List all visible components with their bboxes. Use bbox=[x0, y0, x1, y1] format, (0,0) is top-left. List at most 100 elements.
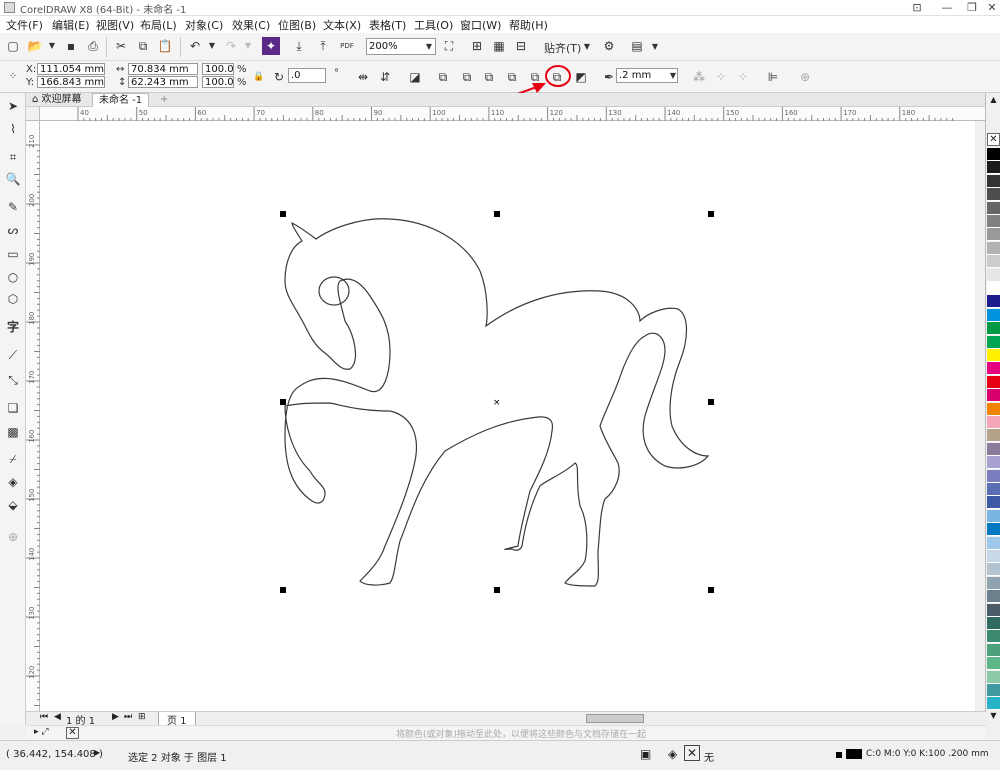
color-swatch[interactable] bbox=[987, 442, 1000, 456]
color-swatch[interactable] bbox=[987, 335, 1000, 349]
vertical-ruler[interactable]: 210 200 190 180 170 160 150 140 130 120 bbox=[26, 121, 40, 730]
color-swatch[interactable] bbox=[987, 429, 1000, 443]
redo-icon[interactable]: ↷ bbox=[222, 37, 240, 55]
handle-bottom-right[interactable] bbox=[708, 587, 714, 593]
menu-file[interactable]: 文件(F) bbox=[6, 17, 43, 33]
shape-tool-icon[interactable]: ⌇ bbox=[4, 120, 22, 138]
handle-middle-right[interactable] bbox=[708, 399, 714, 405]
new-document-icon[interactable]: ▢ bbox=[4, 37, 22, 55]
handle-bottom-left[interactable] bbox=[280, 587, 286, 593]
rectangle-tool-icon[interactable]: ▭ bbox=[4, 245, 22, 263]
import-icon[interactable]: ⤓ bbox=[290, 37, 308, 55]
first-page-icon[interactable]: ⏮ bbox=[40, 712, 48, 722]
color-swatch[interactable] bbox=[987, 174, 1000, 188]
close-button[interactable]: ✕ bbox=[980, 0, 1000, 15]
show-rulers-icon[interactable]: ⊞ bbox=[468, 37, 486, 55]
color-swatch[interactable] bbox=[987, 590, 1000, 604]
rotation-field[interactable]: .0 bbox=[288, 68, 326, 83]
menu-help[interactable]: 帮助(H) bbox=[509, 17, 548, 33]
menu-edit[interactable]: 编辑(E) bbox=[52, 17, 90, 33]
tab-welcome-screen[interactable]: ⌂ 欢迎屏幕 bbox=[26, 93, 88, 107]
color-swatch[interactable] bbox=[987, 630, 1000, 644]
color-swatch[interactable] bbox=[987, 148, 1000, 161]
color-swatch[interactable] bbox=[987, 188, 1000, 202]
selection-center-marker[interactable]: × bbox=[493, 398, 501, 408]
color-swatch[interactable] bbox=[987, 308, 1000, 322]
menu-bitmaps[interactable]: 位图(B) bbox=[278, 17, 316, 33]
color-swatch[interactable] bbox=[987, 201, 1000, 215]
color-swatch[interactable] bbox=[987, 268, 1000, 282]
align-distribute-icon[interactable]: ⊫ bbox=[764, 68, 782, 86]
color-swatch[interactable] bbox=[987, 282, 1000, 295]
horizontal-scrollbar-thumb[interactable] bbox=[586, 714, 644, 723]
color-swatch[interactable] bbox=[987, 603, 1000, 617]
scale-x-field[interactable]: 100.0 bbox=[202, 63, 234, 75]
color-swatch[interactable] bbox=[987, 509, 1000, 523]
color-swatch[interactable] bbox=[987, 322, 1000, 336]
color-swatch[interactable] bbox=[987, 657, 1000, 671]
fill-bucket-icon[interactable]: ◈ bbox=[668, 747, 677, 761]
snap-to-menu[interactable]: 贴齐(T) bbox=[544, 40, 581, 56]
palette-scroll-up-icon[interactable]: ▲ bbox=[987, 95, 1000, 107]
drop-shadow-icon[interactable]: ❏ bbox=[4, 399, 22, 417]
mirror-horizontal-icon[interactable]: ⇹ bbox=[354, 68, 372, 86]
print-icon[interactable]: ⎙ bbox=[84, 37, 102, 55]
restore-icon[interactable]: ⊡ bbox=[905, 0, 929, 15]
handle-middle-left[interactable] bbox=[280, 399, 286, 405]
scale-y-field[interactable]: 100.0 bbox=[202, 76, 234, 88]
smart-fill-icon[interactable]: ⬙ bbox=[4, 496, 22, 514]
add-toolbar-icon[interactable]: ⊕ bbox=[796, 68, 814, 86]
ungroup-icon[interactable]: ⁘ bbox=[734, 68, 752, 86]
color-swatch[interactable] bbox=[987, 469, 1000, 483]
no-color-swatch[interactable]: ✕ bbox=[987, 133, 1000, 146]
doc-no-color-swatch[interactable]: ✕ bbox=[66, 727, 79, 739]
color-swatch[interactable] bbox=[987, 576, 1000, 590]
search-content-icon[interactable]: ✦ bbox=[262, 37, 280, 55]
ellipse-tool-icon[interactable]: ○ bbox=[4, 268, 22, 286]
save-icon[interactable]: ▪ bbox=[62, 37, 80, 55]
width-field[interactable]: 70.834 mm bbox=[128, 63, 198, 75]
horse-eye-shape[interactable] bbox=[318, 276, 350, 306]
handle-top-right[interactable] bbox=[708, 211, 714, 217]
status-expand-icon[interactable]: ▶ bbox=[94, 748, 100, 757]
menu-window[interactable]: 窗口(W) bbox=[460, 17, 501, 33]
export-icon[interactable]: ⤒ bbox=[314, 37, 332, 55]
color-swatch[interactable] bbox=[987, 483, 1000, 496]
color-proof-icon[interactable]: ▣ bbox=[640, 747, 651, 761]
color-swatch[interactable] bbox=[987, 643, 1000, 657]
menu-effects[interactable]: 效果(C) bbox=[232, 17, 270, 33]
color-swatch[interactable] bbox=[987, 496, 1000, 510]
color-swatch[interactable] bbox=[987, 684, 1000, 697]
zoom-tool-icon[interactable]: 🔍 bbox=[4, 170, 22, 188]
last-page-icon[interactable]: ⏭ bbox=[124, 712, 132, 722]
color-swatch[interactable] bbox=[987, 456, 1000, 470]
snap-dropdown-icon[interactable]: ▼ bbox=[578, 38, 596, 56]
prev-page-icon[interactable]: ◀ bbox=[54, 712, 61, 722]
open-icon[interactable]: 📂 bbox=[26, 37, 44, 55]
color-swatch[interactable] bbox=[987, 241, 1000, 255]
color-swatch[interactable] bbox=[987, 670, 1000, 684]
text-tool-icon[interactable]: 字 bbox=[4, 318, 22, 336]
show-guidelines-icon[interactable]: ⊟ bbox=[512, 37, 530, 55]
minimize-button[interactable]: — bbox=[935, 0, 959, 15]
artistic-media-icon[interactable]: ᔕ bbox=[4, 221, 22, 239]
x-position-field[interactable]: 111.054 mm bbox=[37, 63, 105, 75]
color-swatch[interactable] bbox=[987, 228, 1000, 242]
launcher-dropdown-icon[interactable]: ▼ bbox=[646, 38, 664, 56]
menu-table[interactable]: 表格(T) bbox=[369, 17, 406, 33]
show-grid-icon[interactable]: ▦ bbox=[490, 37, 508, 55]
color-swatch[interactable] bbox=[987, 617, 1000, 630]
undo-icon[interactable]: ↶ bbox=[186, 37, 204, 55]
polygon-tool-icon[interactable]: ⬡ bbox=[4, 290, 22, 308]
drawing-canvas[interactable]: × bbox=[40, 121, 975, 711]
menu-layout[interactable]: 布局(L) bbox=[140, 17, 177, 33]
color-swatch[interactable] bbox=[987, 375, 1000, 389]
full-screen-icon[interactable]: ⛶ bbox=[440, 37, 458, 55]
color-swatch[interactable] bbox=[987, 536, 1000, 550]
eyedropper-icon[interactable]: ⌿ bbox=[4, 450, 22, 468]
tab-document[interactable]: 未命名 -1 bbox=[92, 93, 150, 107]
transparency-icon[interactable]: ▩ bbox=[4, 423, 22, 441]
color-swatch[interactable] bbox=[987, 255, 1000, 269]
open-dropdown-icon[interactable]: ▼ bbox=[43, 37, 61, 55]
color-swatch[interactable] bbox=[987, 389, 1000, 403]
